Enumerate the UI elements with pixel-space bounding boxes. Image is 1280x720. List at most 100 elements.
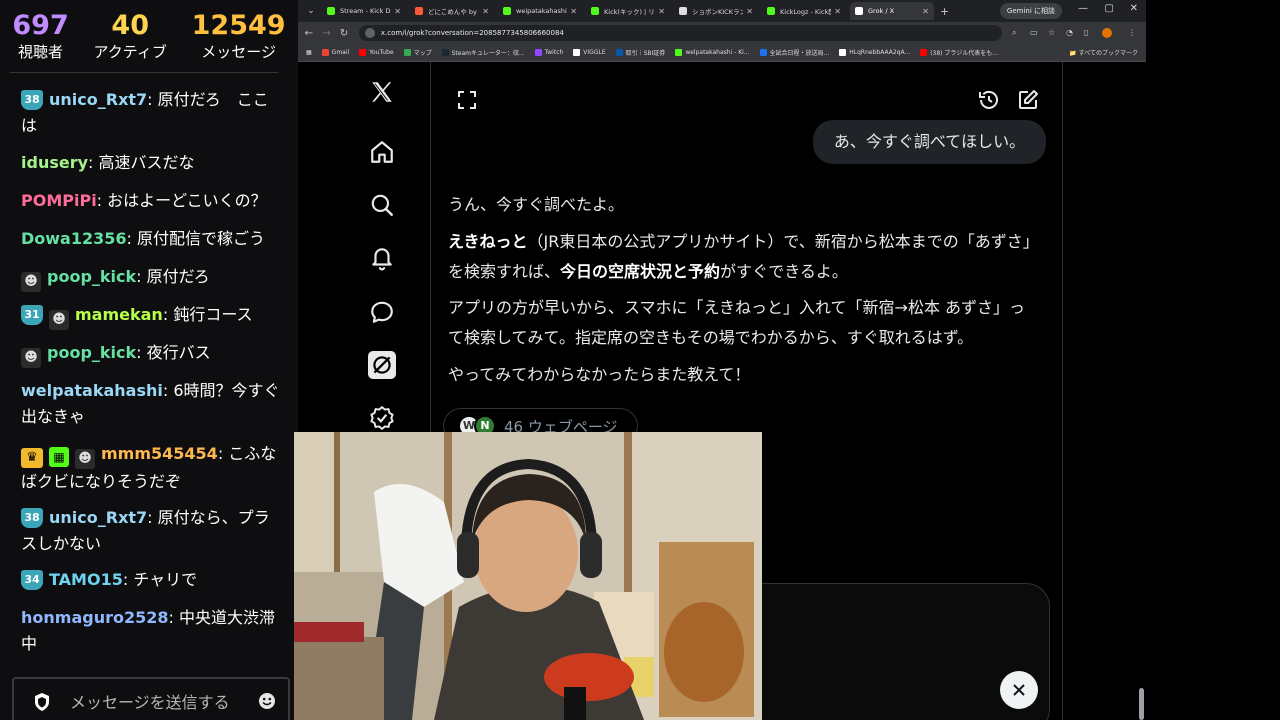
bookmark-label: YouTube [369, 49, 394, 56]
grok-reply-paragraph: えきねっと（JR東日本の公式アプリかサイト）で、新宿から松本までの「あずさ」を検… [448, 232, 1031, 281]
bookmark-label: welpatakahashi - Ki... [685, 49, 750, 56]
maximize-icon[interactable]: ▢ [1105, 3, 1114, 14]
gemini-button[interactable]: Gemini に相談 [999, 3, 1062, 19]
url-bar[interactable]: x.com/i/grok?conversation=20858773458066… [358, 25, 1003, 41]
shield-icon[interactable] [28, 688, 56, 716]
all-bookmarks-folder[interactable]: 📁 すべてのブックマーク [1069, 48, 1138, 57]
bookmark-favicon [359, 49, 367, 56]
bookmark-item[interactable]: VIGGLE [573, 48, 606, 57]
bookmark-label: 全試合日程・放送局... [769, 50, 830, 57]
separator: : [162, 381, 174, 400]
tab-close-icon[interactable]: ✕ [570, 7, 577, 16]
menu-icon[interactable]: ⋮ [1128, 28, 1138, 38]
browser-tab[interactable]: Kick(キック) | リアル✕ [586, 2, 670, 20]
chat-username[interactable]: poop_kick [47, 343, 136, 362]
user-avatar-badge: ☻ [75, 449, 95, 469]
bookmark-favicon [839, 49, 847, 56]
tab-close-icon[interactable]: ✕ [658, 7, 665, 16]
bookmark-favicon [321, 49, 329, 56]
chat-username[interactable]: welpatakahashi [21, 381, 163, 400]
browser-tab[interactable]: Grok / X ✕ [850, 2, 934, 20]
tab-close-icon[interactable]: ✕ [834, 7, 841, 16]
tab-search-icon[interactable]: ⌄ [304, 4, 318, 18]
chat-username[interactable]: TAMO15 [49, 570, 123, 589]
grok-reply-paragraph: アプリの方が早いから、スマホに「えきねっと」入れて「新宿→松本 あずさ」って検索… [448, 298, 1026, 347]
search-icon[interactable] [368, 191, 396, 219]
chat-username[interactable]: honmaguro2528 [21, 608, 169, 627]
sidepanel-icon[interactable]: ▯ [1084, 28, 1094, 38]
emoji-icon[interactable] [258, 692, 278, 712]
chat-username[interactable]: Dowa12356 [21, 229, 127, 248]
separator: : [96, 191, 108, 210]
browser-tab[interactable]: ショボンKICKランキン✕ [674, 2, 758, 20]
bookmark-item[interactable]: Steamキュレーター：収... [441, 48, 525, 57]
bookmark-item[interactable]: YouTube [359, 48, 394, 57]
chat-username[interactable]: mmm545454 [101, 444, 218, 463]
bookmark-label: 取引｜SBI証券 [625, 50, 666, 57]
chat-input-bar[interactable] [12, 677, 290, 720]
bookmark-item[interactable]: welpatakahashi - Ki... [675, 48, 750, 57]
tab-close-icon[interactable]: ✕ [922, 7, 929, 16]
chat-message-input[interactable] [70, 692, 250, 712]
separator: : [136, 267, 147, 286]
tab-title: Kick(キック) | リアル [604, 8, 655, 16]
verified-icon[interactable] [368, 404, 396, 432]
separator: : [136, 343, 147, 362]
x-nav-sidebar [354, 62, 414, 442]
url-text[interactable]: x.com/i/grok?conversation=20858773458066… [381, 29, 564, 37]
tab-favicon [591, 7, 599, 15]
separator: : [147, 508, 158, 527]
expand-icon[interactable] [455, 88, 479, 112]
bookmark-item[interactable]: 全試合日程・放送局... [759, 48, 830, 57]
chat-message: POMPiPi: おはよーどこいくの？ [21, 188, 283, 214]
bookmark-star-icon[interactable]: ☆ [1048, 28, 1058, 38]
extensions-icon[interactable]: ◔ [1066, 28, 1076, 38]
bookmark-item[interactable]: (38) ブラジル代表をも... [920, 48, 998, 57]
tab-close-icon[interactable]: ✕ [746, 7, 753, 16]
browser-tab[interactable]: weipatakahashi Sti✕ [498, 2, 582, 20]
close-window-icon[interactable]: ✕ [1130, 3, 1138, 14]
chat-text: 鈍行コース [173, 305, 253, 324]
minimize-icon[interactable]: — [1078, 3, 1088, 14]
bookmark-item[interactable]: Gmail [321, 48, 349, 57]
browser-tab[interactable]: どにこめんや by mo✕ [410, 2, 494, 20]
history-icon[interactable] [977, 88, 1001, 112]
chat-username[interactable]: poop_kick [47, 267, 136, 286]
tab-close-icon[interactable]: ✕ [394, 7, 401, 16]
close-button[interactable] [1000, 671, 1038, 709]
bookmark-favicon [573, 49, 581, 56]
chat-username[interactable]: unico_Rxt7 [49, 90, 147, 109]
bookmark-item[interactable]: HLqRnebbAAA2qA... [839, 48, 910, 57]
new-tab-icon[interactable]: + [940, 5, 949, 18]
zoom-icon[interactable]: ⌕ [1012, 28, 1022, 38]
chat-text: 夜行バス [146, 343, 211, 362]
bookmark-item[interactable]: Twitch [534, 48, 563, 57]
back-icon[interactable]: ← [302, 28, 316, 39]
chat-username[interactable]: unico_Rxt7 [49, 508, 147, 527]
bookmark-item[interactable]: 取引｜SBI証券 [615, 48, 666, 57]
reload-icon[interactable]: ↻ [337, 28, 351, 39]
chat-username[interactable]: mamekan [75, 305, 163, 324]
apps-icon[interactable]: ▦ [306, 49, 312, 56]
x-logo-icon[interactable] [368, 78, 396, 106]
profile-avatar[interactable] [1102, 28, 1113, 38]
site-info-icon[interactable] [364, 28, 375, 38]
grok-icon[interactable] [368, 351, 396, 379]
user-avatar-badge: ☻ [21, 348, 41, 368]
tab-close-icon[interactable]: ✕ [482, 7, 489, 16]
scrollbar[interactable] [1139, 688, 1144, 720]
forward-icon[interactable]: → [320, 28, 334, 39]
crown-badge-icon: ♛ [21, 448, 43, 468]
bookmark-item[interactable]: マップ [403, 48, 432, 57]
chat-message: 31 ☻ mamekan: 鈍行コース [21, 302, 283, 330]
home-icon[interactable] [368, 138, 396, 166]
new-chat-icon[interactable] [1016, 88, 1040, 112]
notifications-icon[interactable] [368, 244, 396, 272]
bookmark-favicon [615, 49, 623, 56]
messages-icon[interactable] [368, 298, 396, 326]
browser-tab[interactable]: Stream - Kick Dash✕ [322, 2, 406, 20]
cast-icon[interactable]: ▭ [1030, 28, 1040, 38]
chat-username[interactable]: idusery [21, 153, 88, 172]
browser-tab[interactable]: KickLogz - Kick配信✕ [762, 2, 846, 20]
chat-username[interactable]: POMPiPi [21, 191, 97, 210]
